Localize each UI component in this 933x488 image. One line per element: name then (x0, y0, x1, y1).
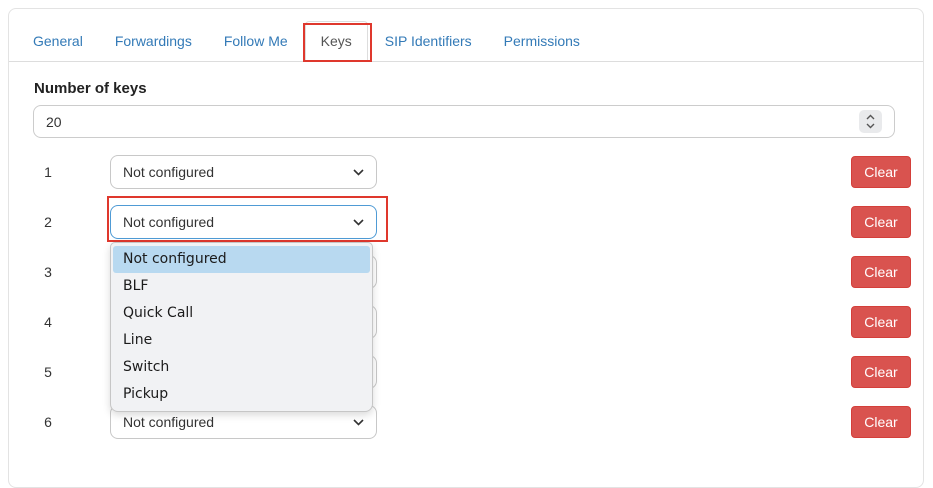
key-2-clear-button[interactable]: Clear (851, 206, 911, 238)
tab-sip-identifiers[interactable]: SIP Identifiers (370, 22, 487, 61)
key-4-clear-button[interactable]: Clear (851, 306, 911, 338)
key-1-select-value: Not configured (123, 164, 214, 180)
key-2-select-value: Not configured (123, 214, 214, 230)
dropdown-option-blf[interactable]: BLF (113, 273, 370, 300)
tab-permissions[interactable]: Permissions (489, 22, 595, 61)
key-6-clear-button[interactable]: Clear (851, 406, 911, 438)
key-3-number: 3 (33, 264, 63, 280)
tab-bar: General Forwardings Follow Me Keys SIP I… (9, 9, 923, 62)
key-6-select-value: Not configured (123, 414, 214, 430)
key-1-number: 1 (33, 164, 63, 180)
key-2-select[interactable]: Not configured (110, 205, 377, 239)
dropdown-option-not-configured[interactable]: Not configured (113, 246, 370, 273)
tab-follow-me[interactable]: Follow Me (209, 22, 303, 61)
number-stepper[interactable] (859, 110, 882, 133)
tab-forwardings[interactable]: Forwardings (100, 22, 207, 61)
key-2-number: 2 (33, 214, 63, 230)
tab-keys-label: Keys (321, 33, 352, 49)
chevron-down-icon (353, 419, 364, 426)
key-5-clear-button[interactable]: Clear (851, 356, 911, 388)
dropdown-option-switch[interactable]: Switch (113, 354, 370, 381)
key-2-select-dropdown: Not configured BLF Quick Call Line Switc… (110, 242, 373, 412)
tab-keys[interactable]: Keys (305, 21, 368, 62)
chevron-down-icon (353, 219, 364, 226)
key-row-1: 1 Not configured Clear (33, 155, 911, 189)
key-5-number: 5 (33, 364, 63, 380)
number-of-keys-input[interactable] (33, 105, 895, 138)
dropdown-option-pickup[interactable]: Pickup (113, 381, 370, 408)
tab-general[interactable]: General (18, 22, 98, 61)
dropdown-option-line[interactable]: Line (113, 327, 370, 354)
key-1-select[interactable]: Not configured (110, 155, 377, 189)
key-6-number: 6 (33, 414, 63, 430)
key-1-clear-button[interactable]: Clear (851, 156, 911, 188)
key-row-2: 2 Not configured Clear (33, 205, 911, 239)
key-3-clear-button[interactable]: Clear (851, 256, 911, 288)
spinner-updown-icon (866, 114, 875, 129)
number-of-keys-label: Number of keys (34, 80, 911, 97)
key-4-number: 4 (33, 314, 63, 330)
number-of-keys-field (33, 105, 895, 138)
chevron-down-icon (353, 169, 364, 176)
dropdown-option-quick-call[interactable]: Quick Call (113, 300, 370, 327)
